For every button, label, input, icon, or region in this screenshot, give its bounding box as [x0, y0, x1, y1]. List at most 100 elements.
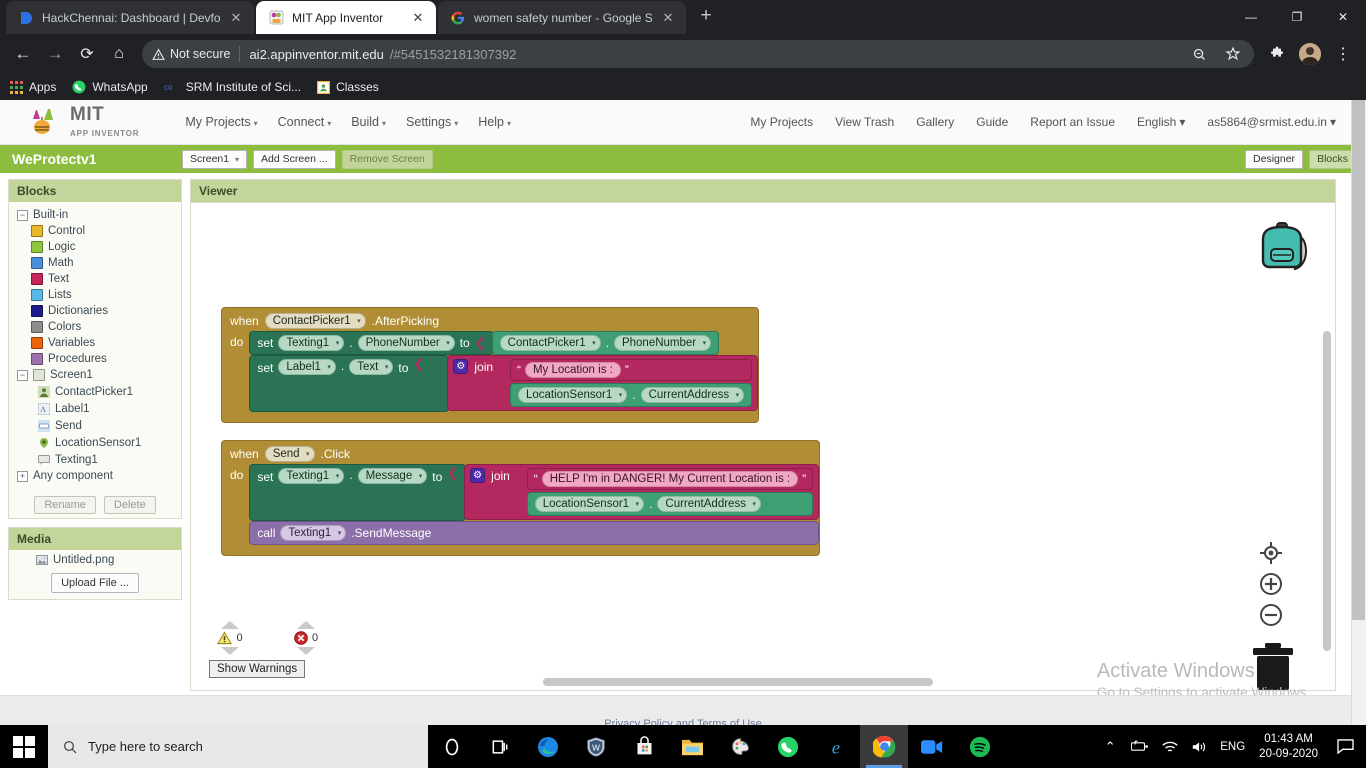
language-indicator[interactable]: ENG: [1220, 741, 1245, 753]
chrome-menu-icon[interactable]: ⋮: [1328, 39, 1358, 69]
new-tab-button[interactable]: +: [692, 3, 720, 31]
page-scroll-thumb[interactable]: [1352, 100, 1365, 620]
browser-tab-2[interactable]: MIT App Inventor ✕: [256, 1, 436, 34]
getter-block-locationsensor-currentaddress[interactable]: LocationSensor1 . CurrentAddress: [509, 383, 753, 407]
bookmark-apps[interactable]: Apps: [10, 80, 56, 94]
zoom-out-icon[interactable]: [1259, 603, 1283, 627]
paint-icon[interactable]: [716, 725, 764, 768]
text-string-block[interactable]: “ HELP I'm in DANGER! My Current Locatio…: [526, 468, 814, 490]
tree-node-screen1[interactable]: − Screen1: [9, 367, 181, 383]
component-locationsensor1[interactable]: LocationSensor1: [9, 434, 181, 451]
canvas-vertical-scrollbar[interactable]: [1323, 331, 1331, 651]
component-contactpicker1[interactable]: ContactPicker1: [9, 383, 181, 400]
browser-tab-1[interactable]: HackChennai: Dashboard | Devfo ✕: [6, 1, 254, 34]
close-icon[interactable]: ✕: [660, 10, 676, 26]
warning-counter[interactable]: 0: [209, 621, 251, 655]
home-icon[interactable]: ⌂: [104, 39, 134, 69]
reload-icon[interactable]: ⟳: [72, 39, 102, 69]
string-value-field[interactable]: HELP I'm in DANGER! My Current Location …: [541, 471, 799, 487]
tree-node-builtin[interactable]: − Built-in: [9, 207, 181, 223]
task-view-icon[interactable]: [476, 725, 524, 768]
volume-icon[interactable]: [1190, 740, 1210, 754]
link-view-trash[interactable]: View Trash: [835, 115, 894, 129]
battery-icon[interactable]: [1130, 740, 1150, 753]
delete-button[interactable]: Delete: [103, 496, 156, 514]
error-counter[interactable]: 0: [285, 621, 327, 655]
collapse-icon[interactable]: −: [17, 209, 28, 221]
when-block[interactable]: when ContactPicker1 .AfterPicking do set: [221, 307, 760, 423]
link-my-projects[interactable]: My Projects: [750, 115, 813, 129]
component-dropdown[interactable]: Label1: [278, 359, 336, 375]
microsoft-store-icon[interactable]: [620, 725, 668, 768]
getter-block-contactpicker-phonenumber[interactable]: ContactPicker1 . PhoneNumber: [491, 331, 720, 355]
link-report-issue[interactable]: Report an Issue: [1030, 115, 1115, 129]
trash-can-icon[interactable]: [1251, 643, 1295, 690]
blocks-button[interactable]: Blocks: [1309, 149, 1356, 169]
search-input[interactable]: Type here to search: [48, 725, 428, 768]
property-dropdown[interactable]: PhoneNumber: [357, 335, 455, 351]
file-explorer-icon[interactable]: [668, 725, 716, 768]
show-hidden-icons-chevron-icon[interactable]: ⌃: [1100, 739, 1120, 755]
menu-settings[interactable]: Settings ▾: [406, 115, 458, 129]
gear-icon[interactable]: ⚙: [470, 468, 486, 483]
warning-up-arrow-icon[interactable]: [221, 621, 239, 629]
join-block[interactable]: ⚙ join ❮ “ HELP I'm in DANGER! My Curren…: [464, 464, 820, 520]
getter-block-locationsensor-currentaddress[interactable]: LocationSensor1 . CurrentAddress: [526, 492, 814, 516]
property-dropdown[interactable]: PhoneNumber: [613, 335, 712, 351]
component-send[interactable]: Send: [9, 417, 181, 434]
set-block-texting-phonenumber[interactable]: set Texting1 . PhoneNumber to ❮: [249, 331, 494, 355]
palette-item-dictionaries[interactable]: Dictionaries: [9, 303, 181, 319]
bookmark-srm[interactable]: co SRM Institute of Sci...: [164, 80, 301, 94]
property-dropdown[interactable]: Message: [357, 468, 428, 484]
component-texting1[interactable]: Texting1: [9, 451, 181, 468]
menu-help[interactable]: Help ▾: [478, 115, 511, 129]
zoom-search-icon[interactable]: [1184, 39, 1214, 69]
backpack-icon[interactable]: [1251, 219, 1313, 282]
tree-node-any-component[interactable]: + Any component: [9, 468, 181, 484]
component-dropdown[interactable]: Texting1: [280, 525, 347, 541]
wifi-icon[interactable]: [1160, 740, 1180, 754]
link-gallery[interactable]: Gallery: [916, 115, 954, 129]
component-dropdown[interactable]: ContactPicker1: [499, 335, 601, 351]
mit-app-inventor-logo[interactable]: MIT APP INVENTOR: [30, 105, 139, 140]
microsoft-edge-icon[interactable]: [524, 725, 572, 768]
block-group-contactpicker-afterpicking[interactable]: when ContactPicker1 .AfterPicking do set: [221, 307, 760, 423]
palette-item-procedures[interactable]: Procedures: [9, 351, 181, 367]
designer-button[interactable]: Designer: [1245, 149, 1304, 169]
start-button[interactable]: [0, 725, 48, 768]
spotify-icon[interactable]: [956, 725, 1004, 768]
collapse-icon[interactable]: −: [17, 369, 28, 381]
error-up-arrow-icon[interactable]: [297, 621, 315, 629]
join-block[interactable]: ⚙ join ❮ “ My Location is : ” LocationSe…: [447, 355, 759, 411]
canvas-horizontal-scrollbar[interactable]: [543, 678, 933, 686]
property-dropdown[interactable]: Text: [349, 359, 394, 375]
component-dropdown[interactable]: Texting1: [278, 468, 345, 484]
forward-icon[interactable]: →: [40, 39, 70, 69]
component-dropdown[interactable]: LocationSensor1: [534, 496, 645, 512]
palette-item-variables[interactable]: Variables: [9, 335, 181, 351]
zoom-in-icon[interactable]: [1259, 572, 1283, 596]
avatar[interactable]: [1295, 39, 1325, 69]
text-string-block[interactable]: “ My Location is : ”: [509, 359, 753, 381]
event-component-dropdown[interactable]: Send: [264, 446, 315, 462]
maximize-button[interactable]: ❐: [1274, 0, 1320, 33]
menu-connect[interactable]: Connect ▾: [278, 115, 332, 129]
clock[interactable]: 01:43 AM 20-09-2020: [1255, 732, 1322, 762]
screen-selector[interactable]: Screen1 ▾: [182, 149, 248, 169]
property-dropdown[interactable]: CurrentAddress: [657, 496, 761, 512]
remove-screen-button[interactable]: Remove Screen: [341, 149, 433, 169]
block-group-send-click[interactable]: when Send .Click do set Texting1: [221, 440, 821, 556]
event-component-dropdown[interactable]: ContactPicker1: [264, 313, 366, 329]
internet-explorer-icon[interactable]: e: [812, 725, 860, 768]
palette-item-control[interactable]: Control: [9, 223, 181, 239]
cortana-icon[interactable]: [428, 725, 476, 768]
palette-item-lists[interactable]: Lists: [9, 287, 181, 303]
palette-item-math[interactable]: Math: [9, 255, 181, 271]
gear-icon[interactable]: ⚙: [453, 359, 469, 374]
when-block[interactable]: when Send .Click do set Texting1: [221, 440, 821, 556]
address-bar[interactable]: Not secure ai2.appinventor.mit.edu /#5451…: [142, 40, 1254, 68]
add-screen-button[interactable]: Add Screen ...: [253, 149, 336, 169]
menu-my-projects[interactable]: My Projects ▾: [185, 115, 257, 129]
property-dropdown[interactable]: CurrentAddress: [640, 387, 745, 403]
warning-down-arrow-icon[interactable]: [221, 647, 239, 655]
